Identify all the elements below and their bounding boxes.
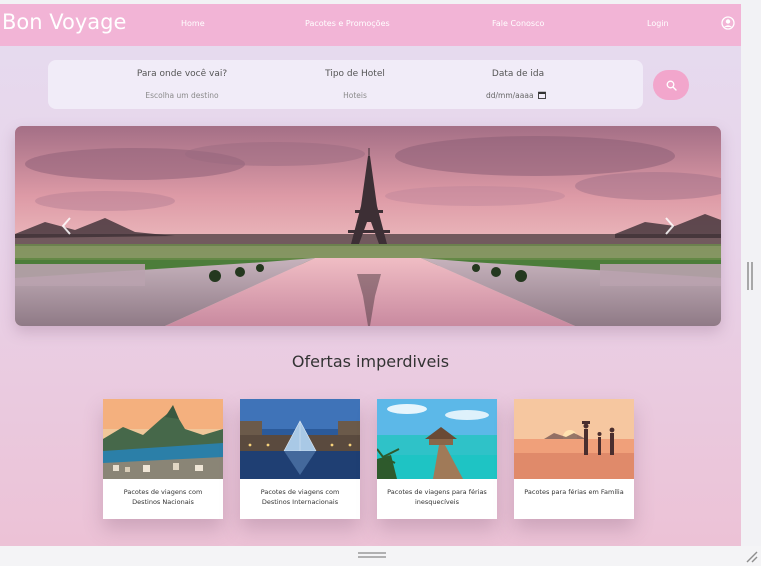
search-panel: Para onde você vai? Tipo de Hotel Data d… xyxy=(48,60,643,109)
eiffel-tower-image xyxy=(15,126,721,326)
brand-logo[interactable]: Bon Voyage xyxy=(2,10,126,34)
offer-caption: Pacotes de viagens para férias inesquecí… xyxy=(387,488,487,506)
offer-card-family[interactable]: Pacotes para férias em Família xyxy=(514,399,634,519)
nav-link-contact[interactable]: Fale Conosco xyxy=(492,19,544,28)
offer-caption: Pacotes de viagens com Destinos Internac… xyxy=(260,488,340,506)
offer-card-international[interactable]: Pacotes de viagens com Destinos Internac… xyxy=(240,399,360,519)
resize-grip-icon[interactable] xyxy=(743,548,759,564)
hotel-type-input[interactable] xyxy=(320,88,390,102)
search-icon xyxy=(666,80,677,91)
date-placeholder: dd/mm/aaaa xyxy=(486,90,534,100)
hotel-type-label: Tipo de Hotel xyxy=(325,69,385,79)
destination-input[interactable] xyxy=(127,88,237,102)
nav-link-packages[interactable]: Pacotes e Promoções xyxy=(305,19,390,28)
vertical-resize-handle-icon[interactable] xyxy=(746,262,754,290)
horizontal-resize-handle-icon[interactable] xyxy=(358,551,386,559)
hero-carousel xyxy=(15,126,721,326)
destination-label: Para onde você vai? xyxy=(136,69,228,79)
tropical-beach-image xyxy=(377,399,497,479)
offer-caption: Pacotes para férias em Família xyxy=(524,488,624,496)
rio-de-janeiro-image xyxy=(103,399,223,479)
louvre-pyramid-image xyxy=(240,399,360,479)
family-beach-sunset-image xyxy=(514,399,634,479)
calendar-icon[interactable] xyxy=(537,91,546,99)
departure-date-input[interactable]: dd/mm/aaaa xyxy=(486,88,558,102)
chevron-right-icon[interactable] xyxy=(659,214,679,238)
navbar: Bon Voyage Home Pacotes e Promoções Fale… xyxy=(0,4,741,46)
departure-date-label: Data de ida xyxy=(491,69,545,79)
offer-card-vacation[interactable]: Pacotes de viagens para férias inesquecí… xyxy=(377,399,497,519)
user-circle-icon[interactable] xyxy=(721,16,735,30)
offer-caption: Pacotes de viagens com Destinos Nacionai… xyxy=(123,488,203,506)
search-button[interactable] xyxy=(653,70,689,100)
offer-card-national[interactable]: Pacotes de viagens com Destinos Nacionai… xyxy=(103,399,223,519)
chevron-left-icon[interactable] xyxy=(57,214,77,238)
offers-section-title: Ofertas imperdiveis xyxy=(291,352,450,371)
page-viewport: Bon Voyage Home Pacotes e Promoções Fale… xyxy=(0,4,741,546)
nav-link-login[interactable]: Login xyxy=(647,19,669,28)
nav-link-home[interactable]: Home xyxy=(181,19,205,28)
